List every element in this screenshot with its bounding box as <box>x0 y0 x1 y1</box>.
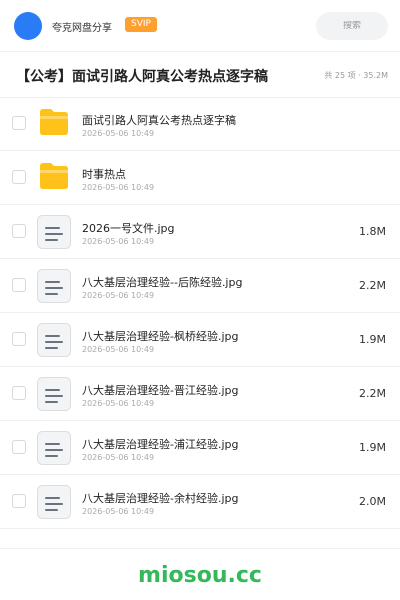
file-name[interactable]: 八大基层治理经验-枫桥经验.jpg <box>82 328 239 344</box>
file-date: 2026-05-06 10:49 <box>82 129 155 138</box>
select-checkbox[interactable] <box>12 224 26 238</box>
file-date: 2026-05-06 10:49 <box>82 183 155 192</box>
file-size: 2.0M <box>359 495 386 508</box>
footer: miosou.cc <box>0 548 400 600</box>
file-name[interactable]: 面试引路人阿真公考热点逐字稿 <box>82 112 236 128</box>
folder-header: 【公考】面试引路人阿真公考热点逐字稿 共 25 项 · 35.2M <box>0 52 400 98</box>
list-item[interactable]: 八大基层治理经验-晋江经验.jpg 2026-05-06 10:49 2.2M <box>0 367 400 421</box>
document-icon <box>37 431 71 465</box>
file-date: 2026-05-06 10:49 <box>82 507 155 516</box>
select-checkbox[interactable] <box>12 278 26 292</box>
file-name[interactable]: 八大基层治理经验-浦江经验.jpg <box>82 436 239 452</box>
brand-watermark: miosou.cc <box>138 563 262 588</box>
select-checkbox[interactable] <box>12 494 26 508</box>
file-date: 2026-05-06 10:49 <box>82 345 155 354</box>
file-size: 1.9M <box>359 441 386 454</box>
document-icon <box>37 485 71 519</box>
svip-badge: SVIP <box>125 17 157 32</box>
list-item[interactable]: 面试引路人阿真公考热点逐字稿 2026-05-06 10:49 <box>0 97 400 151</box>
document-icon <box>37 323 71 357</box>
list-item[interactable]: 时事热点 2026-05-06 10:49 <box>0 151 400 205</box>
file-size: 2.2M <box>359 279 386 292</box>
folder-meta: 共 25 项 · 35.2M <box>324 71 388 80</box>
folder-icon <box>40 109 68 135</box>
file-name[interactable]: 2026一号文件.jpg <box>82 220 175 236</box>
select-checkbox[interactable] <box>12 116 26 130</box>
document-icon <box>37 215 71 249</box>
file-date: 2026-05-06 10:49 <box>82 453 155 462</box>
list-item[interactable]: 八大基层治理经验-余村经验.jpg 2026-05-06 10:49 2.0M <box>0 475 400 529</box>
share-owner-name: 夸克网盘分享 <box>52 23 112 34</box>
file-date: 2026-05-06 10:49 <box>82 291 155 300</box>
file-date: 2026-05-06 10:49 <box>82 399 155 408</box>
file-list: 面试引路人阿真公考热点逐字稿 2026-05-06 10:49 时事热点 202… <box>0 97 400 529</box>
file-name[interactable]: 八大基层治理经验-晋江经验.jpg <box>82 382 239 398</box>
page-title: 【公考】面试引路人阿真公考热点逐字稿 <box>16 69 268 85</box>
list-item[interactable]: 2026一号文件.jpg 2026-05-06 10:49 1.8M <box>0 205 400 259</box>
file-size: 2.2M <box>359 387 386 400</box>
list-item[interactable]: 八大基层治理经验-浦江经验.jpg 2026-05-06 10:49 1.9M <box>0 421 400 475</box>
select-checkbox[interactable] <box>12 170 26 184</box>
file-name[interactable]: 八大基层治理经验--后陈经验.jpg <box>82 274 242 290</box>
avatar[interactable] <box>14 12 42 40</box>
select-checkbox[interactable] <box>12 332 26 346</box>
list-item[interactable]: 八大基层治理经验-枫桥经验.jpg 2026-05-06 10:49 1.9M <box>0 313 400 367</box>
file-name[interactable]: 时事热点 <box>82 166 126 182</box>
top-bar: 夸克网盘分享 SVIP <box>0 0 400 52</box>
search-box[interactable] <box>316 12 388 40</box>
folder-icon <box>40 163 68 189</box>
file-size: 1.8M <box>359 225 386 238</box>
document-icon <box>37 377 71 411</box>
list-item[interactable]: 八大基层治理经验--后陈经验.jpg 2026-05-06 10:49 2.2M <box>0 259 400 313</box>
document-icon <box>37 269 71 303</box>
search-input[interactable] <box>322 21 382 31</box>
select-checkbox[interactable] <box>12 386 26 400</box>
file-size: 1.9M <box>359 333 386 346</box>
file-date: 2026-05-06 10:49 <box>82 237 155 246</box>
select-checkbox[interactable] <box>12 440 26 454</box>
file-name[interactable]: 八大基层治理经验-余村经验.jpg <box>82 490 239 506</box>
